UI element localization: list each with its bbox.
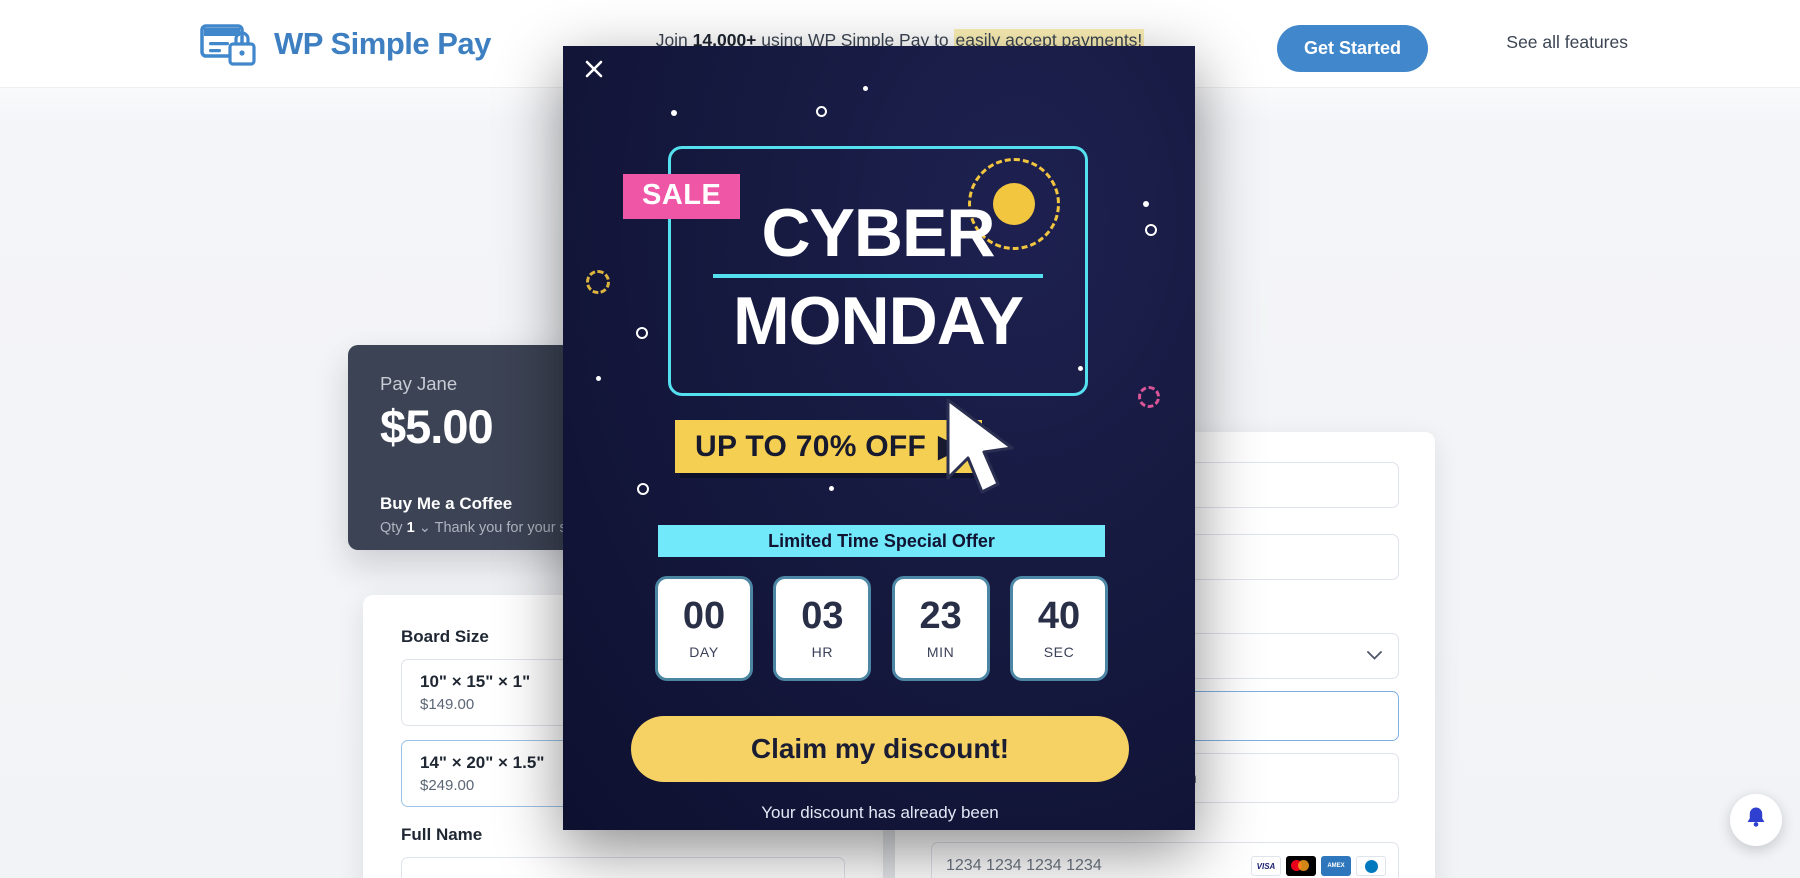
- offer-banner: UP TO 70% OFF ▶: [675, 420, 982, 473]
- visa-icon: VISA: [1251, 856, 1281, 876]
- see-all-features-link[interactable]: See all features: [1506, 32, 1628, 53]
- countdown-label: MIN: [926, 644, 955, 660]
- decor-ring: [1145, 224, 1157, 236]
- countdown-label: SEC: [1043, 644, 1075, 660]
- cyber-monday-modal: SALE CYBER MONDAY UP TO 70% OFF ▶ Limite…: [563, 46, 1195, 830]
- card-number-field[interactable]: 1234 1234 1234 1234 VISA AMEX: [931, 842, 1399, 878]
- amex-icon: AMEX: [1321, 856, 1351, 876]
- brand-logo[interactable]: WP Simple Pay: [200, 20, 491, 68]
- countdown-value: 23: [919, 595, 962, 637]
- full-name-input[interactable]: [401, 857, 845, 878]
- get-started-button[interactable]: Get Started: [1276, 25, 1428, 72]
- decor-dot: [863, 86, 868, 91]
- bell-icon: [1744, 805, 1768, 835]
- qty-label: Qty: [380, 520, 403, 536]
- chevron-down-icon: ⌄: [418, 520, 431, 536]
- countdown-unit-day: 00 DAY: [658, 579, 750, 678]
- countdown-value: 00: [682, 595, 726, 637]
- countdown-label: DAY: [689, 644, 719, 660]
- decor-dot: [596, 376, 601, 381]
- discount-note: Your discount has already been applied -…: [631, 798, 1129, 830]
- headline-divider: [713, 274, 1043, 278]
- headline-line-1: CYBER: [761, 195, 995, 271]
- cursor-arrow-icon: [938, 396, 1038, 506]
- decor-dashed-ring: [586, 270, 610, 294]
- close-icon[interactable]: [585, 60, 603, 78]
- screen: WP Simple Pay Join 14,000+ using WP Simp…: [0, 0, 1800, 878]
- decor-dot: [671, 110, 677, 116]
- decor-ring: [636, 327, 648, 339]
- decor-dot: [1143, 201, 1149, 207]
- countdown-timer: 00 DAY 03 HR 23 MIN 40 SEC: [658, 579, 1105, 678]
- modal-headline: CYBER MONDAY: [668, 196, 1088, 358]
- brand-name: WP Simple Pay: [274, 26, 491, 61]
- chevron-down-icon: [1367, 647, 1382, 665]
- countdown-label: HR: [811, 644, 834, 660]
- offer-text: UP TO 70% OFF: [695, 429, 927, 463]
- countdown-unit-hr: 03 HR: [776, 579, 869, 678]
- decor-dashed-ring: [1138, 386, 1160, 408]
- notification-bell-button[interactable]: [1730, 794, 1782, 846]
- decor-ring: [816, 106, 827, 117]
- card-brand-icons: VISA AMEX: [1251, 856, 1386, 876]
- claim-discount-button[interactable]: Claim my discount!: [631, 716, 1129, 782]
- card-lock-icon: [200, 20, 262, 68]
- mastercard-icon: [1286, 856, 1316, 876]
- decor-ring: [637, 483, 649, 495]
- countdown-value: 03: [801, 595, 844, 637]
- card-number-placeholder: 1234 1234 1234 1234: [946, 857, 1102, 874]
- diners-icon: [1356, 856, 1386, 876]
- headline-line-2: MONDAY: [733, 283, 1024, 359]
- limited-offer-bar: Limited Time Special Offer: [658, 525, 1105, 557]
- discount-note-line-1: Your discount has already been: [761, 803, 999, 822]
- countdown-value: 40: [1037, 595, 1081, 637]
- decor-dot: [829, 486, 834, 491]
- discount-note-line-2: applied - don't lose it!: [631, 827, 1129, 830]
- countdown-unit-min: 23 MIN: [894, 579, 987, 678]
- countdown-unit-sec: 40 SEC: [1012, 579, 1105, 678]
- qty-value: 1: [406, 520, 415, 536]
